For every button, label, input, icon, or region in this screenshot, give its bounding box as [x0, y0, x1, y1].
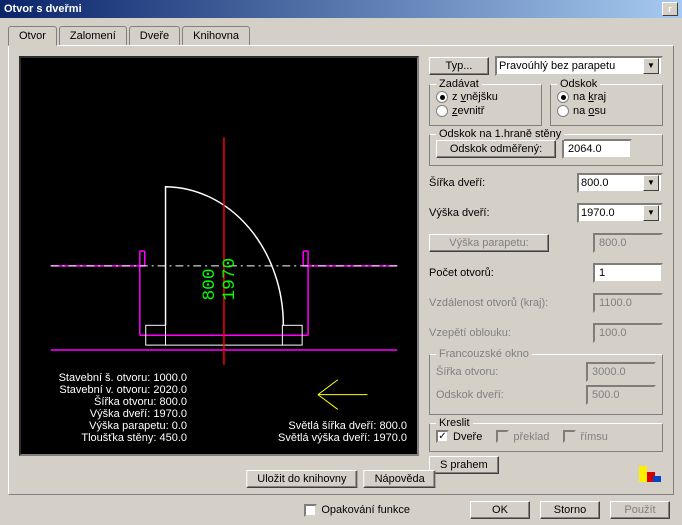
- checkbox-rimsu: [563, 430, 576, 443]
- radio-z-vnejsku[interactable]: [436, 91, 448, 103]
- francouzske-group: Šířka otvoru: 3000.0 Odskok dveří: 500.0: [429, 354, 663, 415]
- pouzit-button: Použít: [610, 501, 670, 519]
- tab-dvere[interactable]: Dveře: [129, 26, 180, 45]
- preview-dim-2: 1970: [220, 258, 240, 301]
- info-line: Stavební š. otvoru: 1000.0: [59, 372, 187, 384]
- check-label: římsu: [580, 431, 608, 443]
- tab-knihovna[interactable]: Knihovna: [182, 26, 250, 45]
- color-bars-icon: [635, 462, 663, 486]
- vyska-parapetu-button: Výška parapetu:: [429, 234, 549, 252]
- opakovani-label: Opakování funkce: [321, 504, 410, 516]
- vyska-dveri-input[interactable]: 1970.0 ▼: [577, 203, 663, 223]
- ok-button[interactable]: OK: [470, 501, 530, 519]
- vzdalenost-input: 1100.0: [593, 293, 663, 313]
- storno-button[interactable]: Storno: [540, 501, 600, 519]
- info-line: Světlá šířka dveří: 800.0: [278, 420, 407, 432]
- typ-button[interactable]: Typ...: [429, 57, 489, 75]
- close-icon[interactable]: r: [662, 2, 678, 16]
- ulozit-button[interactable]: Uložit do knihovny: [246, 470, 357, 488]
- radio-zevnitr[interactable]: [436, 105, 448, 117]
- s-prahem-button[interactable]: S prahem: [429, 456, 499, 474]
- pocet-otvoru-input[interactable]: 1: [593, 263, 663, 283]
- vzepeti-input: 100.0: [593, 323, 663, 343]
- sirka-dveri-label: Šířka dveří:: [429, 177, 577, 189]
- radio-label: zevnitř: [452, 105, 484, 117]
- preview-dim-1: 800: [200, 268, 220, 300]
- chevron-down-icon[interactable]: ▼: [643, 205, 659, 221]
- checkbox-dvere[interactable]: ✓: [436, 430, 449, 443]
- zadavat-group: z vnějšku zevnitř: [429, 84, 542, 126]
- checkbox-opakovani[interactable]: [304, 504, 317, 517]
- fr-odskok-label: Odskok dveří:: [436, 389, 586, 401]
- window-title: Otvor s dveřmi: [4, 3, 662, 15]
- chevron-down-icon[interactable]: ▼: [643, 58, 659, 74]
- odskok-group: na kraj na osu: [550, 84, 663, 126]
- checkbox-preklad: [496, 430, 509, 443]
- odskok-hrana-group: Odskok odměřený: 2064.0: [429, 134, 663, 166]
- radio-na-osu[interactable]: [557, 105, 569, 117]
- pocet-otvoru-label: Počet otvorů:: [429, 267, 593, 279]
- info-line: Výška dveří: 1970.0: [59, 408, 187, 420]
- kreslit-group: ✓ Dveře překlad římsu: [429, 423, 663, 452]
- info-line: Výška parapetu: 0.0: [59, 420, 187, 432]
- vzepeti-label: Vzepětí oblouku:: [429, 327, 593, 339]
- vzdalenost-label: Vzdálenost otvorů (kraj):: [429, 297, 593, 309]
- sirka-dveri-input[interactable]: 800.0 ▼: [577, 173, 663, 193]
- tab-strip: Otvor Zalomení Dveře Knihovna: [8, 26, 674, 45]
- napoveda-button[interactable]: Nápověda: [364, 470, 436, 488]
- typ-value: Pravoúhlý bez parapetu: [499, 60, 643, 72]
- radio-na-kraj[interactable]: [557, 91, 569, 103]
- tab-zalomeni[interactable]: Zalomení: [59, 26, 127, 45]
- info-line: Stavební v. otvoru: 2020.0: [59, 384, 187, 396]
- fr-odskok-input: 500.0: [586, 385, 656, 405]
- check-label: Dveře: [453, 431, 482, 443]
- vyska-parapetu-input: 800.0: [593, 233, 663, 253]
- odskok-odmereny-button[interactable]: Odskok odměřený:: [436, 140, 556, 158]
- odskok-value-input[interactable]: 2064.0: [562, 139, 632, 159]
- tab-otvor[interactable]: Otvor: [8, 26, 57, 46]
- fr-sirka-input: 3000.0: [586, 362, 656, 382]
- info-line: Šířka otvoru: 800.0: [59, 396, 187, 408]
- info-line: Světlá výška dveří: 1970.0: [278, 432, 407, 444]
- check-label: překlad: [513, 431, 549, 443]
- info-line: Tloušťka stěny: 450.0: [59, 432, 187, 444]
- radio-label: na kraj: [573, 91, 606, 103]
- radio-label: na osu: [573, 105, 606, 117]
- vyska-dveri-label: Výška dveří:: [429, 207, 577, 219]
- radio-label: z vnějšku: [452, 91, 498, 103]
- fr-sirka-label: Šířka otvoru:: [436, 366, 586, 378]
- typ-dropdown[interactable]: Pravoúhlý bez parapetu ▼: [495, 56, 663, 76]
- chevron-down-icon[interactable]: ▼: [643, 175, 659, 191]
- preview-canvas: 800 1970 Stavební š. otvoru: 1000.0 Stav…: [19, 56, 419, 456]
